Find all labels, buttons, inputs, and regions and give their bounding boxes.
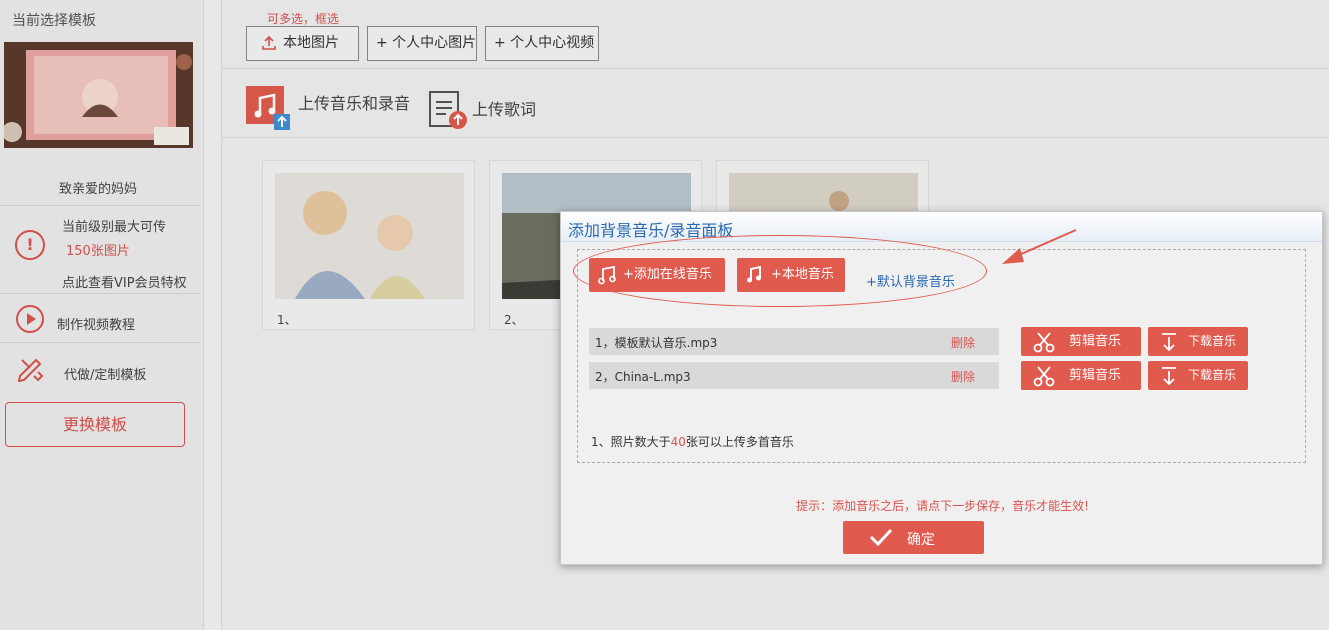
note-number: 40: [670, 435, 686, 449]
upload-music-label[interactable]: 上传音乐和录音: [298, 90, 410, 114]
note-suffix: 张可以上传多首音乐: [685, 435, 794, 449]
music-note-icon: [598, 265, 616, 285]
upload-icon: [262, 35, 276, 50]
music-dialog: 添加背景音乐/录音面板 +添加在线音乐 +本地音乐 +默认背景音乐 1，模板默认…: [560, 211, 1323, 565]
pencil-ruler-icon: [17, 358, 44, 383]
annotation-arrow-icon: [1002, 229, 1077, 264]
sidebar: 当前选择模板 致亲爱的妈妈 ! 当前级别最大可传 150张图片 点此查看VIP会…: [0, 0, 204, 630]
vip-link[interactable]: 点此查看VIP会员特权: [62, 272, 187, 291]
center-photos-button[interactable]: + 个人中心图片: [367, 26, 477, 61]
divider: [0, 293, 200, 294]
divider: [0, 342, 200, 343]
photo-thumbnail: [275, 173, 464, 299]
template-thumbnail[interactable]: [4, 42, 193, 148]
custom-template-link[interactable]: 代做/定制模板: [64, 364, 146, 383]
checkmark-icon: [869, 528, 893, 547]
photo-caption[interactable]: 2、: [504, 311, 524, 328]
dialog-header: 添加背景音乐/录音面板: [561, 212, 1322, 242]
sidebar-title: 当前选择模板: [12, 13, 96, 29]
delete-link[interactable]: 删除: [951, 334, 975, 351]
add-local-music-label: +本地音乐: [771, 267, 834, 282]
level-text: 当前级别最大可传: [62, 220, 167, 235]
divider: [222, 137, 1329, 138]
default-bg-music-link[interactable]: +默认背景音乐: [866, 271, 955, 290]
download-icon: [1162, 367, 1176, 386]
template-name: 致亲爱的妈妈: [58, 182, 137, 197]
video-tutorial-link[interactable]: 制作视频教程: [57, 314, 135, 333]
photo-card[interactable]: 1、: [262, 160, 475, 330]
center-videos-button[interactable]: + 个人中心视频: [485, 26, 599, 61]
download-music-label: 下载音乐: [1188, 334, 1237, 348]
change-template-button[interactable]: 更换模板: [5, 402, 185, 447]
music-file-row: 2，China-L.mp3 删除: [589, 362, 999, 389]
confirm-button[interactable]: 确定: [843, 521, 984, 554]
music-file-name: 1，模板默认音乐.mp3: [595, 336, 718, 350]
add-local-music-button[interactable]: +本地音乐: [737, 258, 845, 292]
download-music-button[interactable]: 下载音乐: [1148, 327, 1248, 356]
delete-link[interactable]: 删除: [951, 368, 975, 385]
upload-lyrics-label[interactable]: 上传歌词: [472, 96, 536, 120]
play-icon: [16, 305, 44, 333]
download-music-label: 下载音乐: [1188, 368, 1237, 382]
music-file-name: 2，China-L.mp3: [595, 370, 691, 384]
divider: [222, 68, 1329, 69]
download-icon: [1162, 333, 1176, 352]
confirm-label: 确定: [907, 532, 935, 548]
scissors-icon: [1033, 366, 1055, 387]
local-photos-label: 本地图片: [283, 35, 339, 51]
edit-music-button[interactable]: 剪辑音乐: [1021, 361, 1141, 390]
note-prefix: 1、照片数大于: [591, 435, 671, 449]
music-note-icon: [747, 266, 761, 283]
local-photos-button[interactable]: 本地图片: [246, 26, 359, 61]
level-count: 150张图片: [66, 244, 130, 259]
save-tip: 提示：添加音乐之后，请点下一步保存，音乐才能生效!: [796, 499, 1089, 513]
edit-music-label: 剪辑音乐: [1069, 368, 1122, 383]
photo-caption[interactable]: 1、: [277, 311, 297, 328]
multi-select-hint: 可多选，框选: [267, 12, 340, 26]
upload-lyrics-icon[interactable]: [428, 90, 468, 130]
edit-music-button[interactable]: 剪辑音乐: [1021, 327, 1141, 356]
edit-music-label: 剪辑音乐: [1069, 334, 1122, 349]
music-file-row: 1，模板默认音乐.mp3 删除: [589, 328, 999, 355]
add-online-music-label: +添加在线音乐: [623, 267, 712, 282]
add-online-music-button[interactable]: +添加在线音乐: [589, 258, 725, 292]
warning-icon: !: [15, 230, 45, 260]
scissors-icon: [1033, 332, 1055, 353]
download-music-button[interactable]: 下载音乐: [1148, 361, 1248, 390]
upload-music-icon[interactable]: [246, 86, 290, 130]
divider: [0, 205, 200, 206]
upload-note: 1、照片数大于40张可以上传多首音乐: [591, 433, 794, 450]
